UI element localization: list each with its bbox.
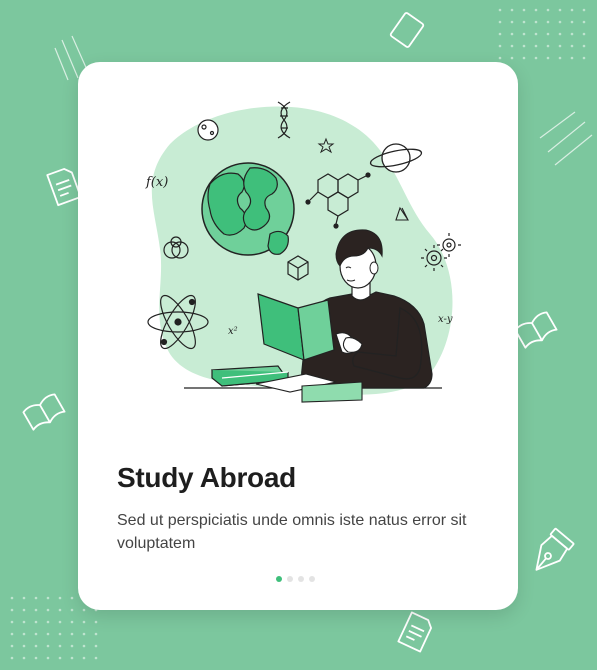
pagination-dots — [276, 576, 315, 582]
dot-grid-top-right — [498, 8, 586, 60]
globe-icon — [201, 162, 295, 256]
stripe-lines-right — [539, 111, 593, 166]
dot-grid-bottom-left — [10, 596, 98, 660]
document-icon — [46, 168, 82, 207]
formula-x2: x² — [228, 326, 238, 337]
pagination-dot-2[interactable] — [287, 576, 293, 582]
page-title: Study Abroad — [117, 462, 296, 493]
formula-xy: x-y — [438, 314, 453, 325]
document-icon — [397, 611, 433, 653]
page-description: Sed ut perspiciatis unde omnis iste natu… — [117, 512, 467, 552]
pagination-dot-1[interactable] — [276, 576, 282, 582]
study-illustration: f(x) x² x-y — [145, 101, 461, 403]
pagination-dot-3[interactable] — [298, 576, 304, 582]
book-icon — [514, 311, 558, 349]
document-icon — [389, 12, 425, 48]
book-icon — [22, 393, 66, 431]
pen-nib-icon — [535, 527, 575, 571]
moon-icon — [197, 119, 219, 141]
formula-fx: f(x) — [145, 175, 168, 190]
pagination-dot-4[interactable] — [309, 576, 315, 582]
